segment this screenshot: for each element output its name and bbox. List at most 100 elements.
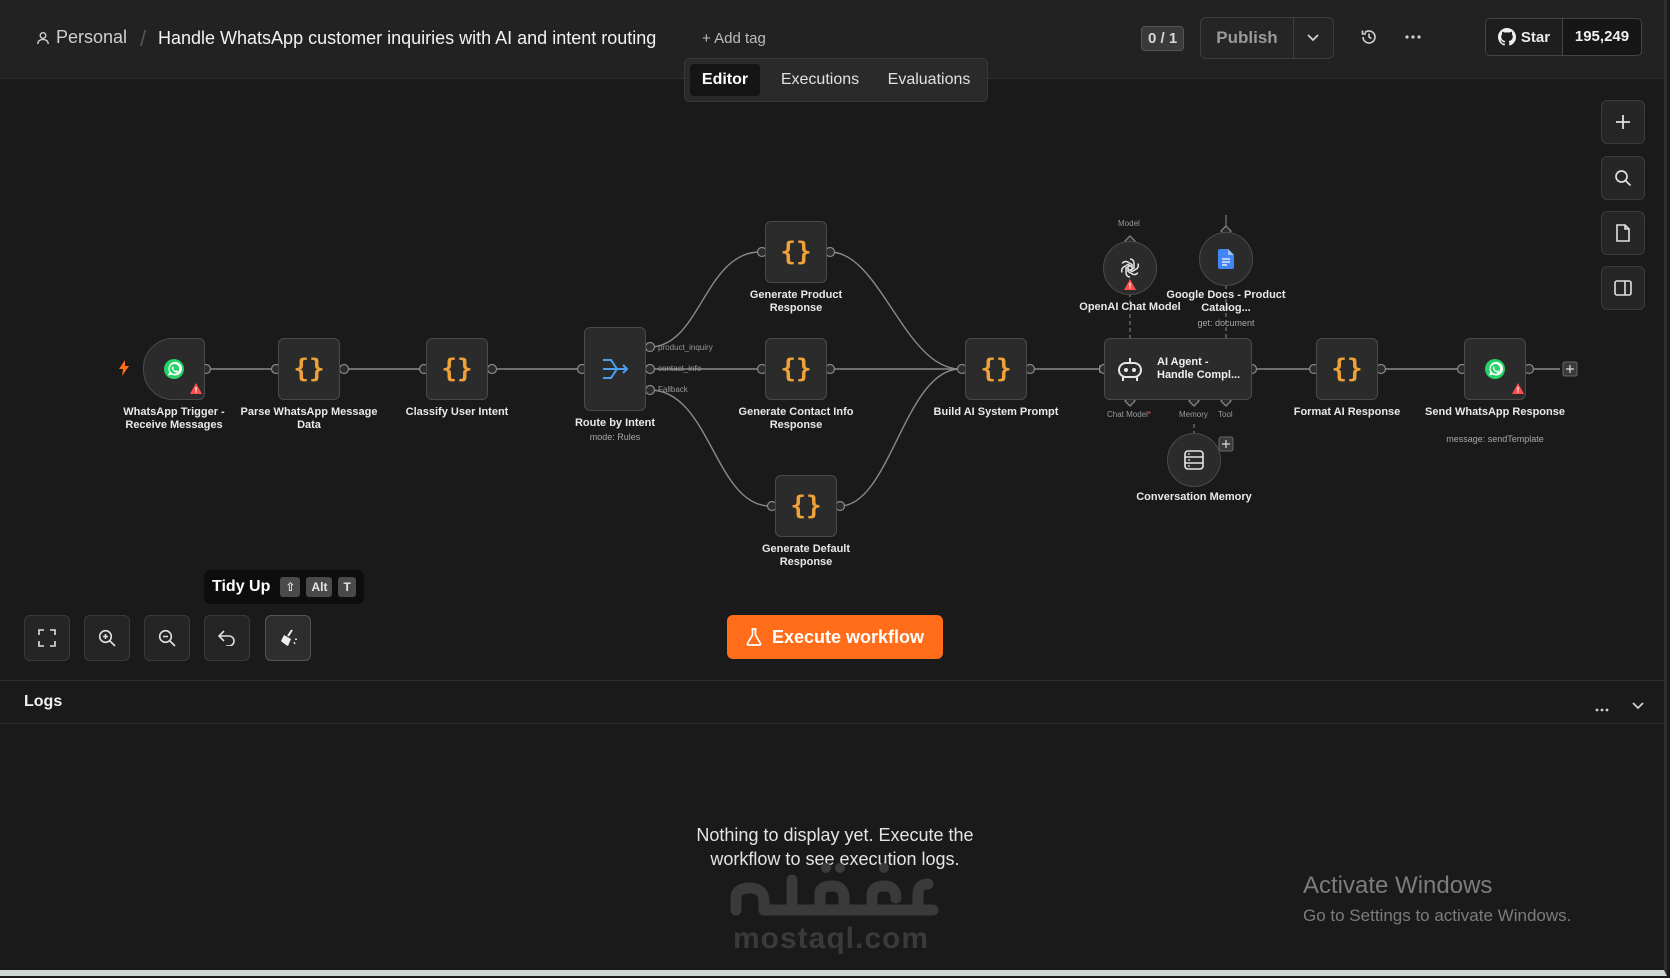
add-tag-button[interactable]: + Add tag xyxy=(702,30,766,47)
version-count-badge: 0 / 1 xyxy=(1141,26,1185,51)
node-ai-agent[interactable]: AI Agent - Handle Compl... xyxy=(1104,338,1252,400)
node-subtitle: message: sendTemplate xyxy=(1446,434,1544,444)
node-generate-default[interactable]: {} xyxy=(775,475,837,537)
github-star-button[interactable]: Star xyxy=(1486,19,1563,55)
node-label: WhatsApp Trigger - Receive Messages xyxy=(123,406,225,431)
breadcrumb-separator: / xyxy=(140,26,147,51)
whatsapp-icon xyxy=(164,359,184,379)
agent-port-memory: Memory xyxy=(1179,410,1208,419)
more-horizontal-icon xyxy=(1595,708,1609,712)
search-icon xyxy=(1615,170,1632,187)
node-label: Route by Intent xyxy=(574,417,656,429)
node-parse-message[interactable]: {} xyxy=(278,338,340,400)
node-subtitle: get: document xyxy=(1197,318,1255,328)
tidy-up-label: Tidy Up xyxy=(212,578,271,595)
switch-router-icon xyxy=(603,359,629,379)
node-label: Send WhatsApp Response xyxy=(1425,406,1565,418)
more-horizontal-icon xyxy=(1405,35,1421,39)
zoom-out-icon xyxy=(158,629,176,647)
code-braces-icon: {} xyxy=(441,354,473,384)
route-output-product: product_inquiry xyxy=(658,343,713,352)
code-braces-icon: {} xyxy=(780,237,812,267)
publish-button-group: Publish xyxy=(1200,17,1334,59)
github-star-count: 195,249 xyxy=(1574,28,1630,45)
execute-workflow-button[interactable]: Execute workflow xyxy=(727,615,943,659)
code-braces-icon: {} xyxy=(980,354,1012,384)
mostaql-watermark-logo xyxy=(730,863,939,916)
github-star-widget[interactable]: Star 195,249 xyxy=(1485,18,1642,56)
fullscreen-icon xyxy=(38,629,56,647)
flask-icon xyxy=(746,628,762,646)
node-route-by-intent[interactable] xyxy=(584,327,646,411)
whatsapp-icon xyxy=(1485,359,1505,379)
node-format-response[interactable]: {} xyxy=(1316,338,1378,400)
chevron-down-icon xyxy=(1632,702,1644,710)
sticky-note-button[interactable] xyxy=(1601,211,1645,255)
undo-button[interactable] xyxy=(204,615,250,661)
workflow-title[interactable]: Handle WhatsApp customer inquiries with … xyxy=(158,28,656,49)
more-options-button[interactable] xyxy=(1402,26,1424,48)
logs-header[interactable]: Logs xyxy=(0,680,1664,724)
node-label: Generate Product Response xyxy=(749,289,843,314)
node-generate-contact[interactable]: {} xyxy=(765,338,827,400)
broom-icon xyxy=(281,629,298,646)
robot-icon xyxy=(1118,358,1142,381)
history-button[interactable] xyxy=(1358,26,1380,48)
github-star-label: Star xyxy=(1520,28,1551,46)
zoom-in-button[interactable] xyxy=(84,615,130,661)
code-braces-icon: {} xyxy=(1331,354,1363,384)
plus-icon xyxy=(1616,115,1630,129)
node-classify-intent[interactable]: {} xyxy=(426,338,488,400)
node-label: Generate Default Response xyxy=(761,543,851,568)
node-conversation-memory[interactable] xyxy=(1167,433,1221,487)
panel-right-icon xyxy=(1614,280,1632,296)
add-node-button[interactable] xyxy=(1601,100,1645,144)
agent-node-title: AI Agent - Handle Compl... xyxy=(1157,356,1241,381)
zoom-out-button[interactable] xyxy=(144,615,190,661)
node-label: Classify User Intent xyxy=(405,406,509,418)
activate-windows-title: Activate Windows xyxy=(1303,872,1493,899)
openai-icon xyxy=(1120,258,1140,278)
search-nodes-button[interactable] xyxy=(1601,156,1645,200)
google-docs-icon xyxy=(1218,249,1234,269)
warning-icon xyxy=(1512,383,1524,394)
publish-dropdown-button[interactable] xyxy=(1293,18,1333,58)
logs-empty-line-1: Nothing to display yet. Execute the xyxy=(696,825,974,845)
shortcut-key-t: T xyxy=(338,577,356,597)
activate-windows-subtitle: Go to Settings to activate Windows. xyxy=(1303,906,1572,925)
route-output-fallback: Fallback xyxy=(658,385,688,394)
agent-port-tool: Tool xyxy=(1218,410,1233,419)
warning-icon xyxy=(190,383,202,394)
logs-collapse-button[interactable] xyxy=(1632,697,1644,715)
openai-port-label: Model xyxy=(1118,219,1140,228)
agent-port-chat-model: Chat Model* xyxy=(1107,410,1152,419)
code-braces-icon: {} xyxy=(293,354,325,384)
trigger-bolt-icon xyxy=(119,360,129,376)
node-label: Generate Contact Info Response xyxy=(738,406,854,431)
execute-workflow-label: Execute workflow xyxy=(771,626,925,647)
tidy-up-tooltip: Tidy Up ⇧ Alt T xyxy=(204,570,364,604)
undo-icon xyxy=(218,630,235,646)
shortcut-key-alt: Alt xyxy=(306,577,333,597)
publish-button[interactable]: Publish xyxy=(1201,18,1294,58)
project-name: Personal xyxy=(56,27,128,47)
chevron-down-icon xyxy=(1307,34,1319,42)
history-icon xyxy=(1361,30,1376,44)
node-subtitle: mode: Rules xyxy=(589,432,641,442)
zoom-in-icon xyxy=(98,629,116,647)
node-label: Format AI Response xyxy=(1293,406,1401,418)
tidy-up-button[interactable] xyxy=(265,615,311,661)
github-icon xyxy=(1497,28,1516,46)
toggle-panel-button[interactable] xyxy=(1601,266,1645,310)
user-icon xyxy=(37,31,49,44)
logs-more-button[interactable] xyxy=(1595,699,1609,717)
code-braces-icon: {} xyxy=(780,354,812,384)
code-braces-icon: {} xyxy=(790,491,822,521)
mostaql-watermark-text: mostaql.com xyxy=(733,922,930,955)
fit-view-button[interactable] xyxy=(24,615,70,661)
node-build-prompt[interactable]: {} xyxy=(965,338,1027,400)
shortcut-key-shift: ⇧ xyxy=(280,577,301,597)
node-google-docs[interactable] xyxy=(1199,232,1253,286)
project-breadcrumb[interactable]: Personal xyxy=(36,27,127,48)
node-generate-product[interactable]: {} xyxy=(765,221,827,283)
